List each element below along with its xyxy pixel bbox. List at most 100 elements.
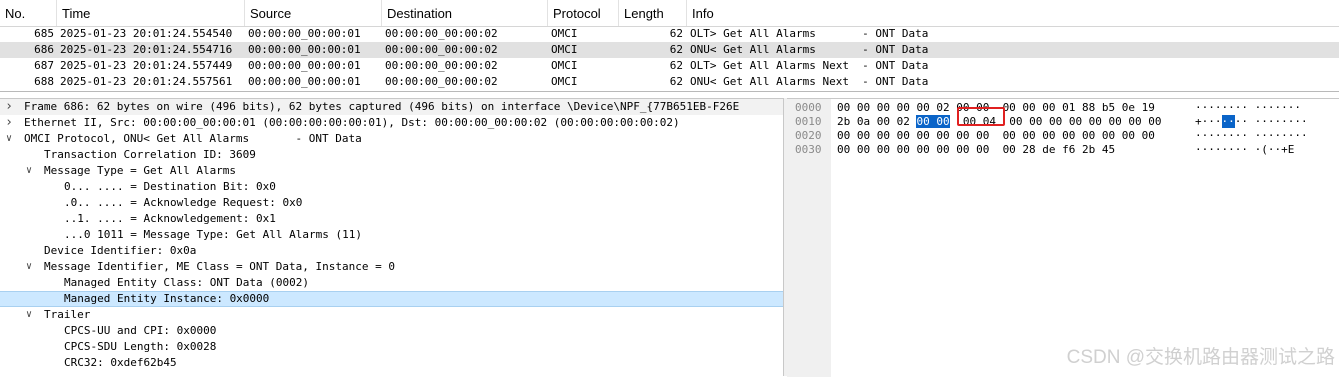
packet-protocol: OMCI (551, 59, 578, 72)
ascii-row[interactable]: ········ ·(··+E (1195, 143, 1294, 157)
packet-number: 686 (34, 43, 54, 56)
tree-item-14[interactable]: CPCS-UU and CPI: 0x0000 (0, 323, 783, 339)
hex-bytes: 2b 0a 00 02 (837, 115, 917, 128)
chevron-down-icon[interactable]: ∨ (24, 307, 34, 323)
column-header-length[interactable]: Length (619, 0, 687, 26)
annotation-highlight-box (957, 107, 1005, 126)
packet-protocol: OMCI (551, 27, 578, 40)
ascii-row[interactable]: ········ ······· (1195, 101, 1301, 115)
tree-item-15[interactable]: CPCS-SDU Length: 0x0028 (0, 339, 783, 355)
packet-source: 00:00:00_00:00:01 (248, 43, 361, 56)
tree-item-13[interactable]: ∨ Trailer (0, 307, 783, 323)
tree-item-label: ...0 1011 = Message Type: Get All Alarms… (64, 228, 363, 241)
tree-item-11[interactable]: Managed Entity Class: ONT Data (0002) (0, 275, 783, 291)
column-header-protocol[interactable]: Protocol (548, 0, 619, 26)
tree-item-label: Trailer (44, 308, 91, 321)
tree-item-label: Ethernet II, Src: 00:00:00_00:00:01 (00:… (24, 116, 680, 129)
packet-info: ONU< Get All Alarms Next - ONT Data (690, 75, 929, 88)
tree-item-label: CRC32: 0xdef62b45 (64, 356, 177, 369)
ascii-row[interactable]: +······· ········ (1195, 115, 1308, 129)
ascii-bytes: +··· (1195, 115, 1222, 128)
packet-number: 688 (34, 75, 54, 88)
tree-item-5[interactable]: 0... .... = Destination Bit: 0x0 (0, 179, 783, 195)
tree-item-10[interactable]: ∨ Message Identifier, ME Class = ONT Data… (0, 259, 783, 275)
hex-bytes-row[interactable]: 00 00 00 00 00 00 00 00 00 28 de f6 2b 4… (837, 143, 1115, 157)
packet-row-686[interactable]: 686 2025-01-23 20:01:24.554716 00:00:00_00… (0, 42, 1339, 58)
packet-length: 62 (669, 59, 683, 72)
hex-bytes: 00 00 00 00 00 00 00 00 00 28 de f6 2b 4… (837, 143, 1116, 156)
packet-length: 62 (669, 43, 683, 56)
packet-row-685[interactable]: 685 2025-01-23 20:01:24.554540 00:00:00_00… (0, 26, 1339, 42)
byte-offset: 0020 (795, 129, 822, 142)
ascii-bytes-selected: ·· (1221, 115, 1235, 128)
tree-item-label: ..1. .... = Acknowledgement: 0x1 (64, 212, 276, 225)
hex-bytes-row[interactable]: 00 00 00 00 00 00 00 00 00 00 00 00 00 0… (837, 129, 1155, 143)
chevron-right-icon[interactable]: › (4, 115, 14, 131)
tree-item-label: CPCS-SDU Length: 0x0028 (64, 340, 217, 353)
packet-time: 2025-01-23 20:01:24.554540 (60, 27, 233, 40)
packet-list[interactable]: No. Time Source Destination Protocol Len… (0, 0, 1339, 92)
packet-info: OLT> Get All Alarms Next - ONT Data (690, 59, 929, 72)
tree-item-8[interactable]: ...0 1011 = Message Type: Get All Alarms… (0, 227, 783, 243)
watermark: CSDN @交换机路由器测试之路 (1066, 347, 1335, 368)
tree-item-label: Frame 686: 62 bytes on wire (496 bits), … (24, 100, 740, 113)
tree-item-4[interactable]: ∨ Message Type = Get All Alarms (0, 163, 783, 179)
chevron-right-icon[interactable]: › (4, 99, 14, 115)
tree-item-label: Device Identifier: 0x0a (44, 244, 197, 257)
packet-number: 687 (34, 59, 54, 72)
tree-item-label: 0... .... = Destination Bit: 0x0 (64, 180, 276, 193)
packet-number: 685 (34, 27, 54, 40)
packet-protocol: OMCI (551, 43, 578, 56)
tree-item-16[interactable]: CRC32: 0xdef62b45 (0, 355, 783, 371)
tree-item-label: .0.. .... = Acknowledge Request: 0x0 (64, 196, 303, 209)
packet-source: 00:00:00_00:00:01 (248, 59, 361, 72)
chevron-down-icon[interactable]: ∨ (4, 131, 14, 147)
tree-item-1[interactable]: › Ethernet II, Src: 00:00:00_00:00:01 (00… (0, 115, 783, 131)
column-header-destination[interactable]: Destination (382, 0, 548, 26)
packet-list-header: No. Time Source Destination Protocol Len… (0, 0, 1339, 27)
chevron-down-icon[interactable]: ∨ (24, 259, 34, 275)
column-header-time[interactable]: Time (57, 0, 245, 26)
tree-item-label: Message Type = Get All Alarms (44, 164, 237, 177)
byte-offset: 0030 (795, 143, 822, 156)
tree-item-0[interactable]: › Frame 686: 62 bytes on wire (496 bits),… (0, 99, 783, 115)
tree-item-6[interactable]: .0.. .... = Acknowledge Request: 0x0 (0, 195, 783, 211)
byte-offset: 0000 (795, 101, 822, 114)
packet-info: ONU< Get All Alarms - ONT Data (690, 43, 929, 56)
column-header-no[interactable]: No. (0, 0, 57, 26)
hex-bytes-selected: 00 00 (916, 115, 950, 128)
packet-time: 2025-01-23 20:01:24.554716 (60, 43, 233, 56)
ascii-bytes: ········ ········ (1195, 129, 1308, 142)
tree-item-label: Message Identifier, ME Class = ONT Data,… (44, 260, 395, 273)
packet-length: 62 (669, 75, 683, 88)
packet-source: 00:00:00_00:00:01 (248, 75, 361, 88)
column-header-info[interactable]: Info (687, 0, 1339, 26)
packet-time: 2025-01-23 20:01:24.557561 (60, 75, 233, 88)
packet-destination: 00:00:00_00:00:02 (385, 75, 498, 88)
tree-item-7[interactable]: ..1. .... = Acknowledgement: 0x1 (0, 211, 783, 227)
tree-item-label: OMCI Protocol, ONU< Get All Alarms - ONT… (24, 132, 362, 145)
ascii-bytes: ········ ······· (1195, 101, 1301, 114)
tree-item-12[interactable]: Managed Entity Instance: 0x0000 (0, 291, 783, 307)
packet-length: 62 (669, 27, 683, 40)
packet-protocol: OMCI (551, 75, 578, 88)
tree-item-label: Transaction Correlation ID: 3609 (44, 148, 256, 161)
tree-item-3[interactable]: Transaction Correlation ID: 3609 (0, 147, 783, 163)
packet-details-tree[interactable]: › Frame 686: 62 bytes on wire (496 bits),… (0, 98, 783, 377)
packet-row-687[interactable]: 687 2025-01-23 20:01:24.557449 00:00:00_00… (0, 58, 1339, 74)
tree-item-2[interactable]: ∨ OMCI Protocol, ONU< Get All Alarms - ON… (0, 131, 783, 147)
packet-list-divider (0, 91, 1339, 92)
hex-bytes: 00 00 00 00 00 00 00 00 00 00 00 00 00 0… (837, 129, 1155, 142)
tree-item-label: Managed Entity Class: ONT Data (0002) (64, 276, 310, 289)
tree-item-9[interactable]: Device Identifier: 0x0a (0, 243, 783, 259)
ascii-bytes: ········ ·(··+E (1195, 143, 1295, 156)
column-header-source[interactable]: Source (245, 0, 382, 26)
tree-item-label: Managed Entity Instance: 0x0000 (64, 292, 270, 305)
packet-row-688[interactable]: 688 2025-01-23 20:01:24.557561 00:00:00_00… (0, 74, 1339, 90)
packet-bytes-pane[interactable]: 0000 00 00 00 00 00 02 00 00 00 00 00 01 … (787, 98, 1339, 377)
packet-destination: 00:00:00_00:00:02 (385, 27, 498, 40)
byte-offset: 0010 (795, 115, 822, 128)
packet-info: OLT> Get All Alarms - ONT Data (690, 27, 929, 40)
chevron-down-icon[interactable]: ∨ (24, 163, 34, 179)
ascii-row[interactable]: ········ ········ (1195, 129, 1308, 143)
